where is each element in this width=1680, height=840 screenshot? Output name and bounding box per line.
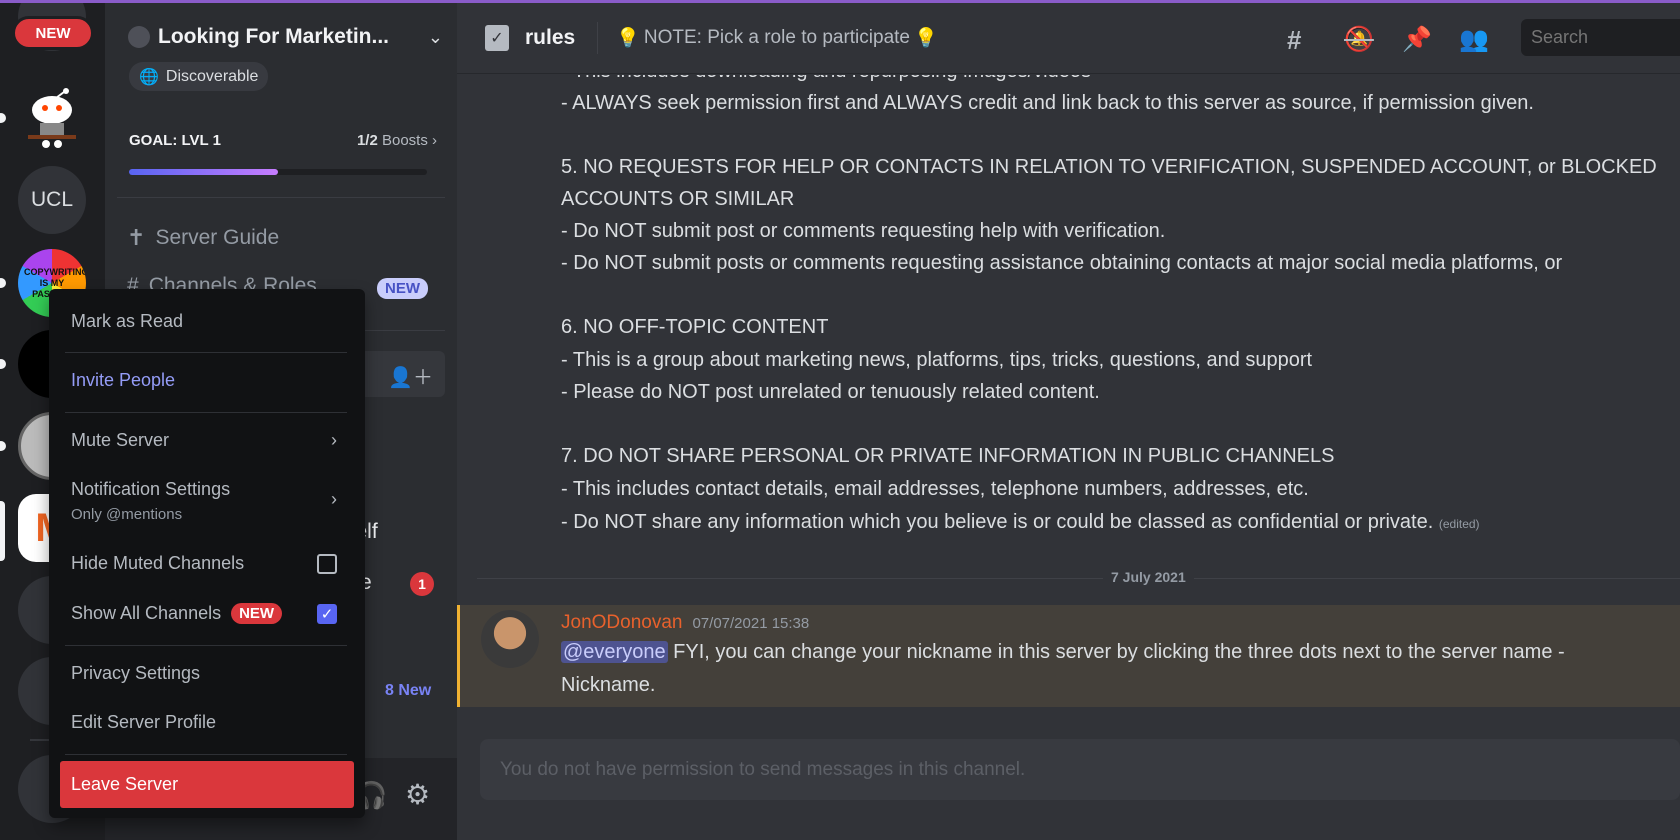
menu-divider xyxy=(65,645,347,646)
signpost-icon: ✝ xyxy=(127,225,146,250)
server-context-menu: Mark as Read Invite People Mute Server › … xyxy=(49,289,365,818)
message-line: - This includes contact details, email a… xyxy=(561,478,1309,500)
message-text: Nickname. xyxy=(561,674,656,696)
gear-icon[interactable]: ⚙ xyxy=(405,778,430,811)
channel-name: rules xyxy=(525,26,576,49)
input-placeholder: You do not have permission to send messa… xyxy=(500,758,1026,780)
menu-item-edit-server-profile[interactable]: Edit Server Profile xyxy=(59,712,353,733)
menu-label: Hide Muted Channels xyxy=(71,553,245,573)
new-badge: NEW xyxy=(12,16,94,50)
menu-item-hide-muted-channels[interactable]: Hide Muted Channels xyxy=(59,553,353,574)
message-line: - This includes downloading and repurpos… xyxy=(561,75,1091,83)
muted-bell-icon[interactable]: 🔕 xyxy=(1344,25,1374,54)
message-line: - This is a group about marketing news, … xyxy=(561,349,1313,371)
menu-item-show-all-channels[interactable]: Show All Channels NEW ✓ xyxy=(59,603,353,624)
message-line: - ALWAYS seek permission first and ALWAY… xyxy=(561,92,1534,114)
message-text: FYI, you can change your nickname in thi… xyxy=(673,641,1565,663)
menu-item-privacy-settings[interactable]: Privacy Settings xyxy=(59,663,353,684)
checkbox-checked[interactable]: ✓ xyxy=(317,604,337,624)
pin-icon[interactable]: 📌 xyxy=(1402,25,1432,54)
discoverable-pill[interactable]: 🌐 Discoverable xyxy=(129,62,269,91)
new-badge: NEW xyxy=(377,278,428,299)
server-name: Looking For Marketin... xyxy=(158,25,390,48)
unread-indicator xyxy=(0,113,6,123)
boosts-label: Boosts xyxy=(381,132,428,149)
date-divider: 7 July 2021 xyxy=(1103,569,1194,585)
selected-indicator xyxy=(0,501,5,561)
everyone-mention[interactable]: @everyone xyxy=(561,641,668,663)
add-user-icon: 👤＋ xyxy=(388,367,433,389)
reddit-alien-icon xyxy=(28,88,76,148)
message-line: - Do NOT share any information which you… xyxy=(561,511,1480,534)
boost-goal: GOAL: LVL 1 xyxy=(129,132,221,149)
new-badge: NEW xyxy=(231,603,283,624)
unread-indicator xyxy=(0,441,6,451)
discoverable-label: Discoverable xyxy=(165,67,259,85)
message-timestamp: 07/07/2021 15:38 xyxy=(692,615,810,632)
message-line: - Do NOT submit posts or comments reques… xyxy=(561,252,1563,274)
chat-area: ✓ rules 💡 NOTE: Pick a role to participa… xyxy=(457,3,1680,840)
boosts-link[interactable]: 1/2 Boosts › xyxy=(357,132,437,149)
lightbulb-icon: 💡 xyxy=(616,28,640,49)
server-guide-label: Server Guide xyxy=(155,226,280,249)
server-badge-icon xyxy=(128,26,150,48)
checkbox-unchecked[interactable] xyxy=(317,554,337,574)
menu-item-invite-people[interactable]: Invite People xyxy=(59,370,353,391)
message-line: ACCOUNTS OR SIMILAR xyxy=(561,188,795,210)
rules-channel-icon: ✓ xyxy=(485,25,509,51)
channel-header: ✓ rules 💡 NOTE: Pick a role to participa… xyxy=(457,3,1680,74)
server-header[interactable]: Looking For Marketin... ⌄ xyxy=(128,25,443,49)
menu-label: Show All Channels xyxy=(71,603,222,623)
boost-progress-bar xyxy=(129,169,427,175)
chevron-right-icon: › xyxy=(331,430,337,450)
message-line: 5. NO REQUESTS FOR HELP OR CONTACTS IN R… xyxy=(561,156,1657,178)
message-author[interactable]: JonODonovan xyxy=(561,612,682,634)
chevron-down-icon: ⌄ xyxy=(427,26,443,47)
boosts-count: 1/2 xyxy=(356,132,378,149)
message-body: @everyone FYI, you can change your nickn… xyxy=(561,641,1565,664)
server-guide-item[interactable]: ✝ Server Guide xyxy=(127,225,279,251)
channel-topic[interactable]: NOTE: Pick a role to participate xyxy=(644,27,910,49)
message-meta: JonODonovan 07/07/2021 15:38 xyxy=(561,612,809,634)
date-divider-line xyxy=(477,578,1680,579)
chevron-right-icon: › xyxy=(331,489,337,509)
message-line: 6. NO OFF-TOPIC CONTENT xyxy=(561,316,829,338)
message-line: - Please do NOT post unrelated or tenuou… xyxy=(561,381,1100,403)
boost-progress-fill xyxy=(129,169,278,175)
menu-item-mark-as-read[interactable]: Mark as Read xyxy=(59,311,353,332)
unread-indicator xyxy=(0,278,6,288)
member-list-icon[interactable]: 👥 xyxy=(1459,25,1489,54)
unread-count-badge: 1 xyxy=(410,572,434,596)
search-input[interactable] xyxy=(1521,19,1680,56)
menu-divider xyxy=(65,754,347,755)
menu-divider xyxy=(65,412,347,413)
server-icon-reddit[interactable] xyxy=(18,84,86,152)
menu-label: Mute Server xyxy=(71,430,170,450)
header-divider xyxy=(597,22,599,54)
server-icon-ucl[interactable]: UCL xyxy=(18,166,86,234)
threads-icon[interactable]: # xyxy=(1287,25,1301,56)
message-text: - Do NOT share any information which you… xyxy=(561,511,1434,533)
message-input: You do not have permission to send messa… xyxy=(480,739,1680,800)
menu-label: Notification Settings xyxy=(71,479,231,499)
edited-tag: (edited) xyxy=(1438,517,1480,531)
menu-divider xyxy=(65,352,347,353)
new-messages-count[interactable]: 8 New xyxy=(385,682,431,700)
globe-icon: 🌐 xyxy=(139,68,159,86)
lightbulb-icon: 💡 xyxy=(913,28,938,49)
message-list: - This includes downloading and repurpos… xyxy=(457,75,1680,730)
menu-sublabel: Only @mentions xyxy=(71,506,183,523)
message-line: - Do NOT submit post or comments request… xyxy=(561,220,1166,242)
unread-indicator xyxy=(0,359,6,369)
menu-item-mute-server[interactable]: Mute Server › xyxy=(59,430,353,451)
menu-item-notification-settings[interactable]: Notification Settings Only @mentions › xyxy=(59,479,353,523)
message-line: 7. DO NOT SHARE PERSONAL OR PRIVATE INFO… xyxy=(561,445,1335,467)
highlighted-message: JonODonovan 07/07/2021 15:38 @everyone F… xyxy=(457,605,1680,707)
avatar[interactable] xyxy=(481,610,539,668)
leave-server-button[interactable]: Leave Server xyxy=(60,761,354,808)
divider xyxy=(117,197,445,198)
